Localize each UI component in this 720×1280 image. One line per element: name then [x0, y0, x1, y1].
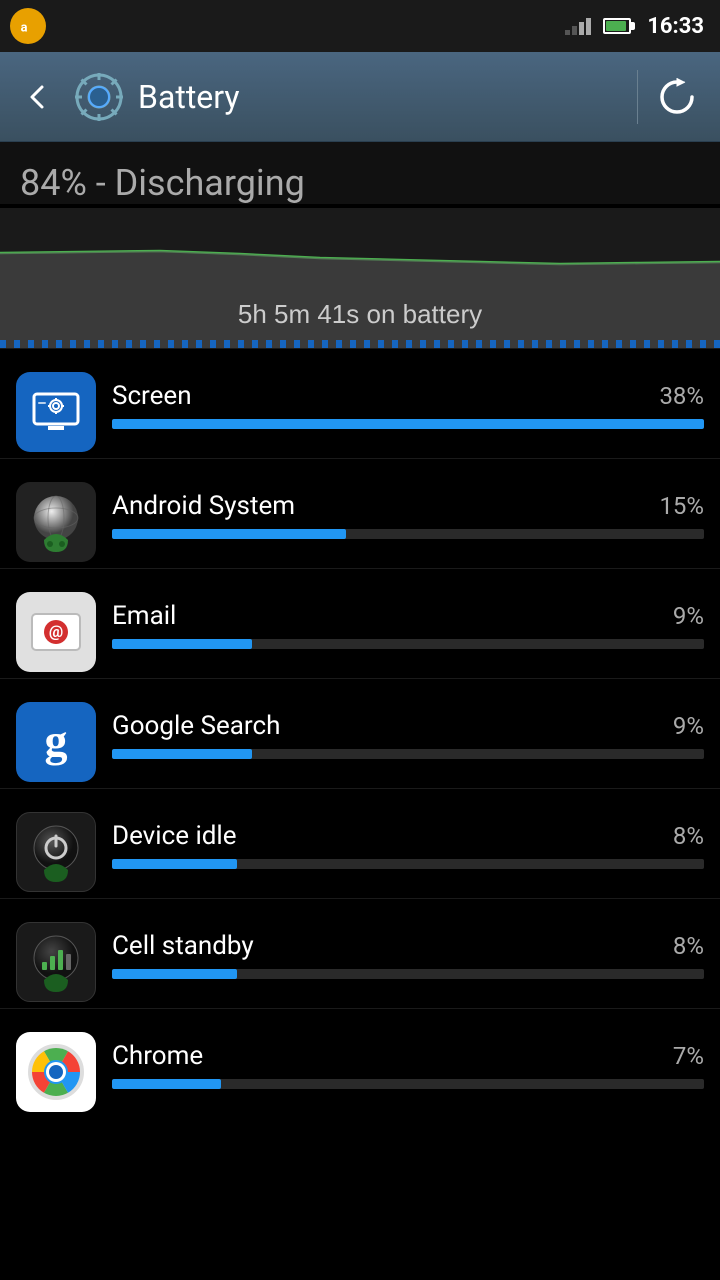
settings-icon [72, 70, 126, 124]
battery-chart: 5h 5m 41s on battery [0, 208, 720, 348]
item-info: Cell standby 8% [112, 931, 704, 993]
progress-fill [112, 419, 704, 429]
progress-fill [112, 969, 237, 979]
item-percent: 38% [659, 382, 704, 410]
progress-track [112, 749, 704, 759]
icon-device-idle [16, 812, 96, 892]
item-name: Android System [112, 491, 295, 521]
item-name: Device idle [112, 821, 237, 851]
progress-fill [112, 859, 237, 869]
progress-fill [112, 639, 252, 649]
battery-list-item[interactable]: Android System 15% [0, 458, 720, 568]
svg-text:a: a [21, 21, 28, 36]
item-name: Cell standby [112, 931, 254, 961]
item-info: Google Search 9% [112, 711, 704, 773]
progress-track [112, 969, 704, 979]
divider [637, 70, 638, 124]
progress-track [112, 639, 704, 649]
back-button[interactable] [16, 75, 60, 119]
item-percent: 9% [673, 712, 704, 740]
signal-icon [565, 18, 591, 35]
page-title: Battery [138, 78, 625, 116]
progress-track [112, 529, 704, 539]
battery-percent-text: 84% - Discharging [20, 162, 700, 204]
progress-fill [112, 529, 346, 539]
status-time: 16:33 [647, 14, 704, 39]
progress-track [112, 419, 704, 429]
icon-email: @ [16, 592, 96, 672]
progress-track [112, 1079, 704, 1089]
item-name: Google Search [112, 711, 280, 741]
item-info: Android System 15% [112, 491, 704, 553]
icon-google: g [16, 702, 96, 782]
battery-list-item[interactable]: Chrome 7% [0, 1008, 720, 1118]
notification-icon: a [10, 8, 46, 44]
item-percent: 15% [659, 492, 704, 520]
battery-list-item[interactable]: Cell standby 8% [0, 898, 720, 1008]
battery-list-item[interactable]: Device idle 8% [0, 788, 720, 898]
progress-fill [112, 1079, 221, 1089]
refresh-button[interactable] [650, 70, 704, 124]
icon-android [16, 482, 96, 562]
progress-track [112, 859, 704, 869]
battery-list-item[interactable]: Screen 38% [0, 348, 720, 458]
battery-list-item[interactable]: @ Email 9% [0, 568, 720, 678]
item-percent: 9% [673, 602, 704, 630]
battery-list-item[interactable]: g Google Search 9% [0, 678, 720, 788]
item-percent: 7% [673, 1042, 704, 1070]
item-info: Device idle 8% [112, 821, 704, 883]
svg-text:5h 5m 41s on battery: 5h 5m 41s on battery [238, 299, 482, 329]
item-info: Screen 38% [112, 381, 704, 443]
icon-cell [16, 922, 96, 1002]
svg-text:@: @ [49, 622, 63, 641]
battery-summary: 84% - Discharging [0, 142, 720, 204]
action-bar: Battery [0, 52, 720, 142]
icon-chrome [16, 1032, 96, 1112]
svg-text:g: g [45, 715, 68, 766]
battery-icon [603, 18, 631, 34]
item-info: Chrome 7% [112, 1041, 704, 1103]
icon-screen [16, 372, 96, 452]
item-name: Email [112, 601, 176, 631]
item-percent: 8% [673, 822, 704, 850]
status-bar: a 16:33 [0, 0, 720, 52]
activity-row [0, 340, 720, 348]
item-info: Email 9% [112, 601, 704, 663]
battery-list: Screen 38% Android System 15% @ Email 9% g … [0, 348, 720, 1118]
progress-fill [112, 749, 252, 759]
item-name: Screen [112, 381, 192, 411]
item-percent: 8% [673, 932, 704, 960]
item-name: Chrome [112, 1041, 203, 1071]
